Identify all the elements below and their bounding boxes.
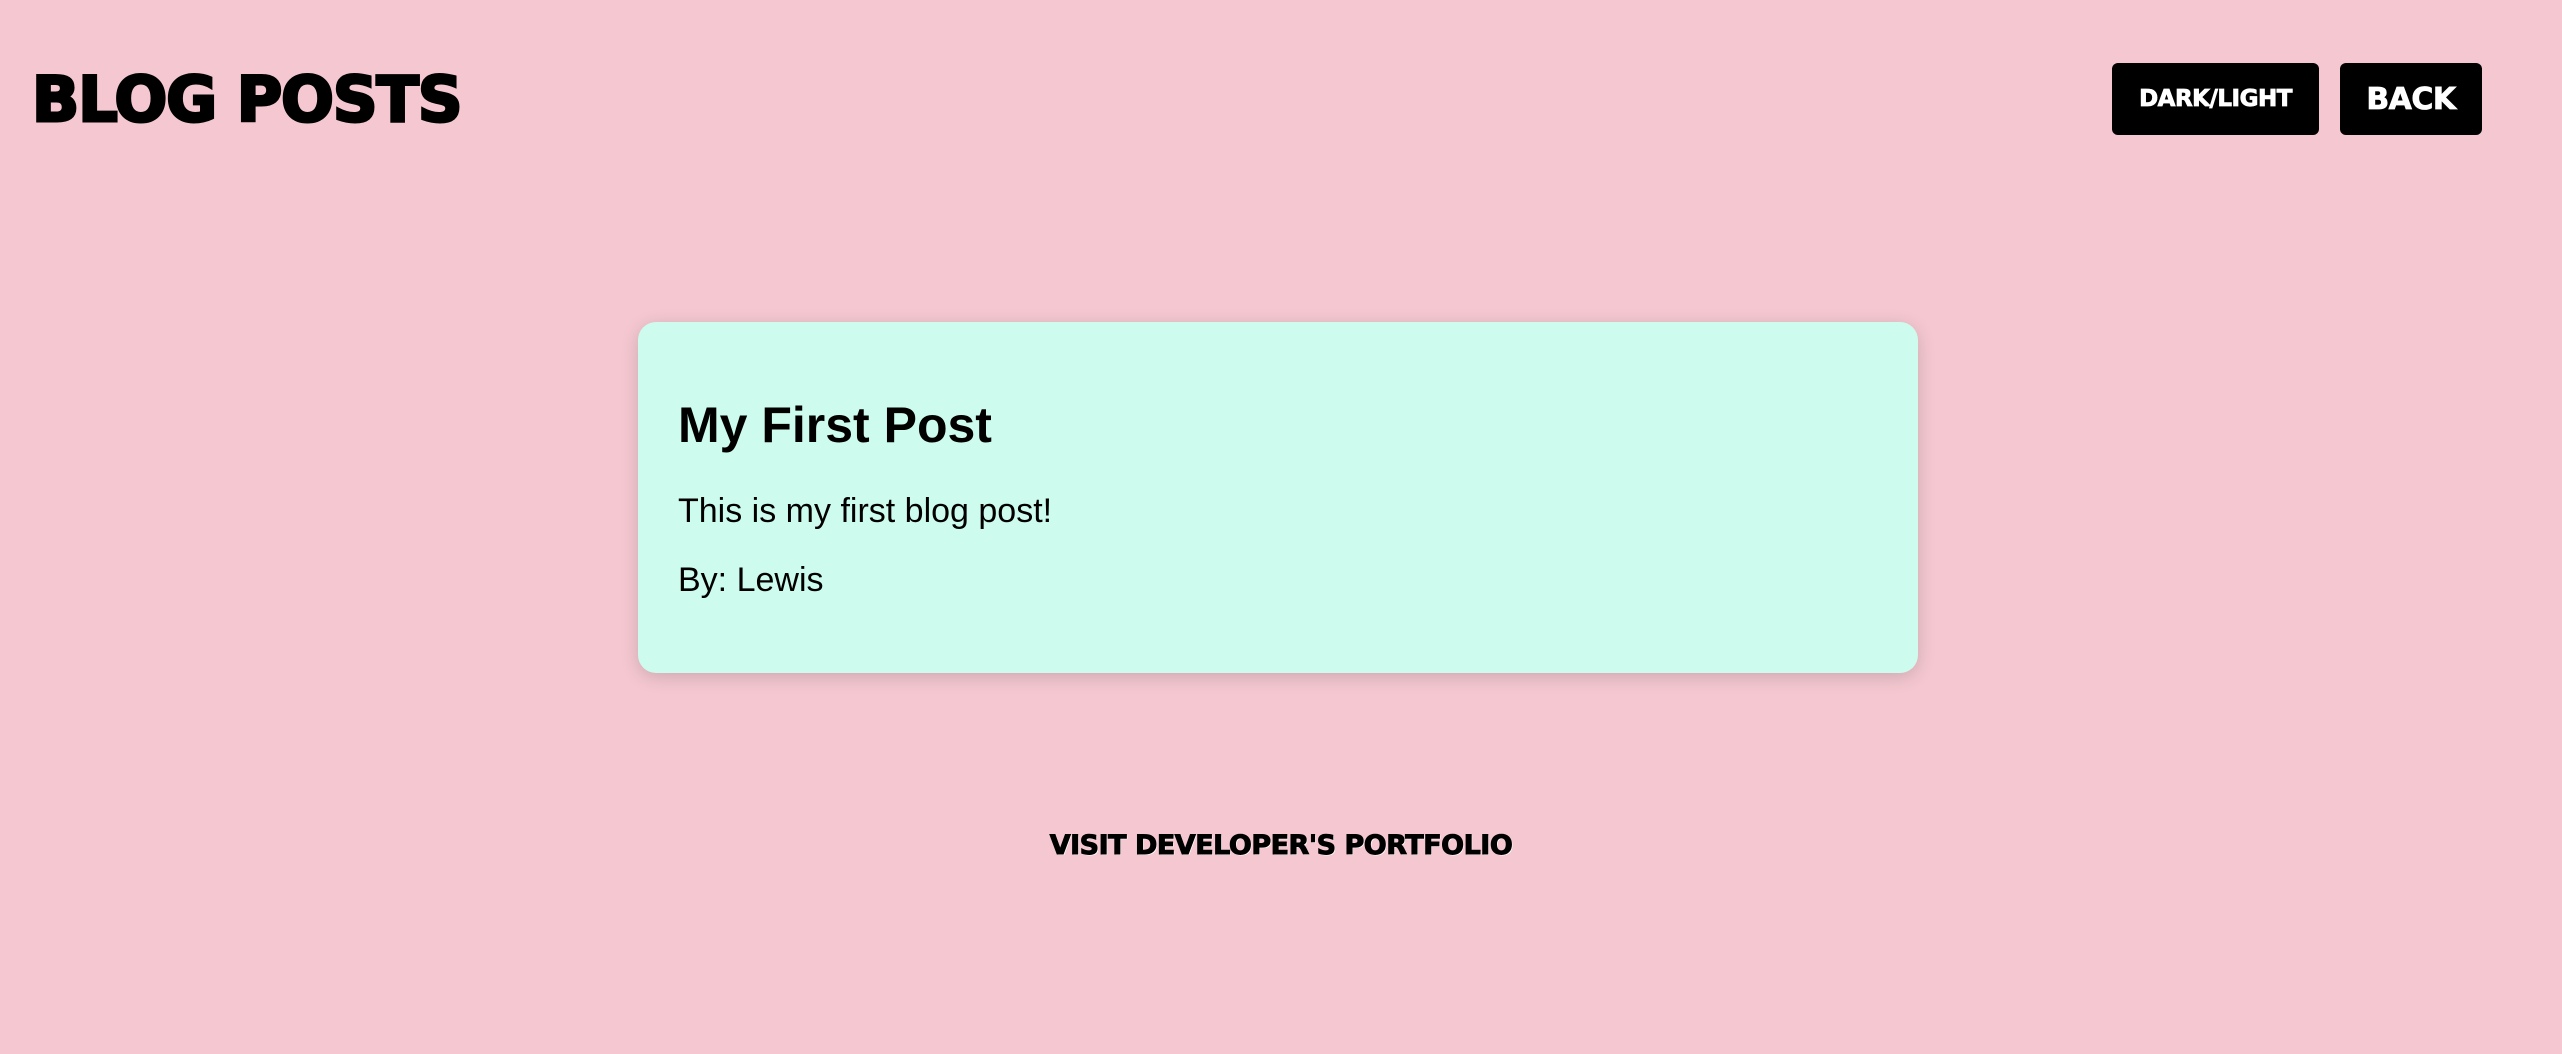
page-footer: VISIT DEVELOPER'S PORTFOLIO xyxy=(0,826,2562,866)
post-body: This is my first blog post! xyxy=(678,492,1053,530)
page-title: BLOG POSTS xyxy=(30,62,463,138)
blog-post-card: My First Post This is my first blog post… xyxy=(638,322,1918,673)
post-author: By: Lewis xyxy=(678,561,824,599)
portfolio-link[interactable]: VISIT DEVELOPER'S PORTFOLIO xyxy=(1049,830,1513,862)
dark-light-toggle-button[interactable]: DARK/LIGHT xyxy=(2112,63,2319,135)
post-title: My First Post xyxy=(678,397,992,453)
back-button[interactable]: BACK xyxy=(2340,63,2482,135)
